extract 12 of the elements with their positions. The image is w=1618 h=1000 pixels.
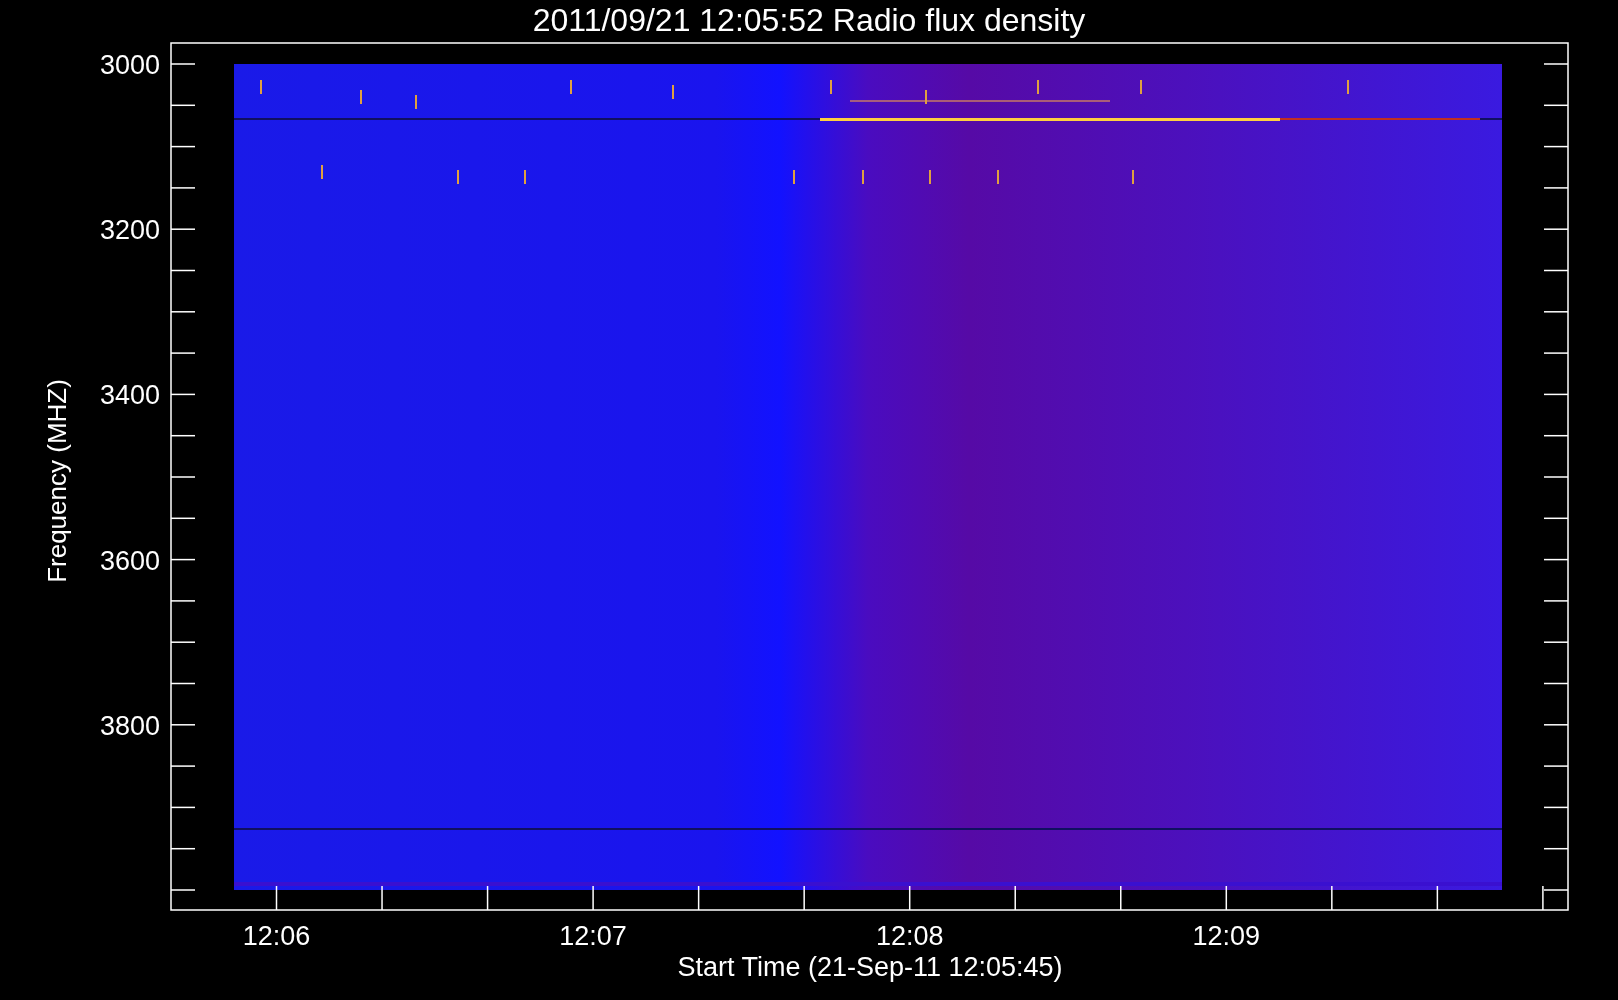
y-tick-label: 3000 [99, 50, 160, 80]
x-tick-label: 12:07 [559, 921, 627, 951]
y-tick-label: 3400 [99, 380, 160, 411]
x-tick-label: 12:06 [242, 921, 311, 951]
chart-title: 2011/09/21 12:05:52 Radio flux density [532, 2, 1086, 38]
x-axis-label: Start Time (21-Sep-11 12:05:45) [677, 952, 1063, 982]
y-tick-label: 3200 [99, 215, 160, 246]
y-tick-label: 3600 [99, 545, 160, 576]
y-tick-label: 3800 [99, 710, 160, 741]
y-axis-label: Frequency (MHZ) [42, 379, 72, 583]
x-tick-label: 12:08 [875, 921, 944, 951]
x-tick-label: 12:09 [1192, 921, 1261, 951]
